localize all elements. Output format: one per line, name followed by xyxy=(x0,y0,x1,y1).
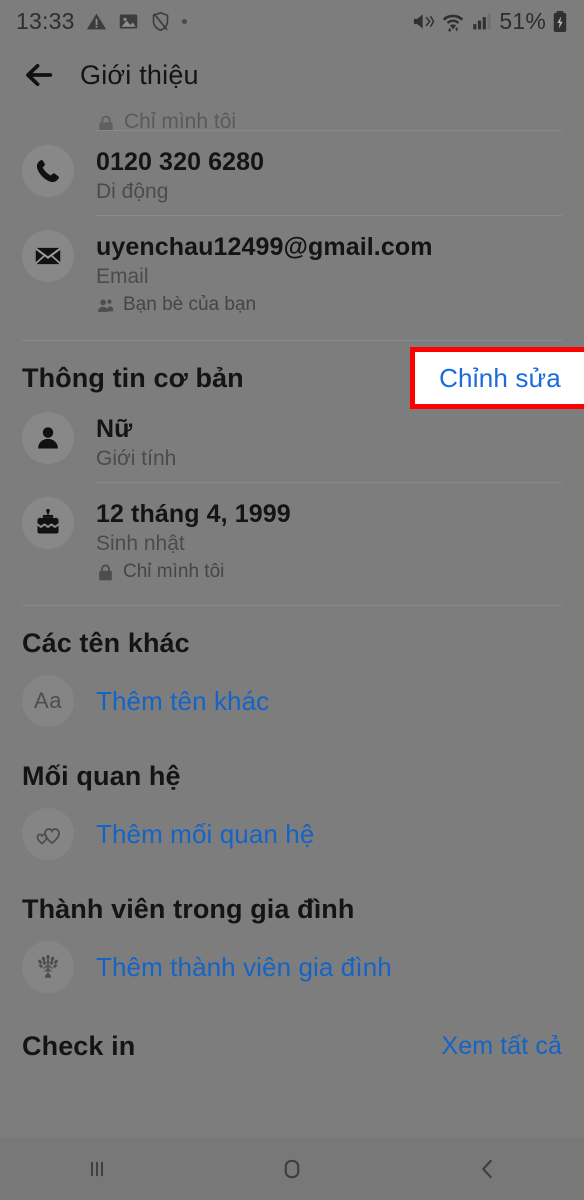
back-icon xyxy=(481,1159,492,1179)
aa-text-icon-circle: Aa xyxy=(22,675,74,727)
phone-screen: 13:33 51% Giới thiệu Chỉ mình tôi 0120 3… xyxy=(0,0,584,1200)
email-privacy: Bạn bè của bạn xyxy=(96,294,562,316)
lock-icon xyxy=(99,563,112,580)
battery-charging-icon xyxy=(553,10,567,32)
add-relationship-label[interactable]: Thêm mối quan hệ xyxy=(96,819,314,850)
person-icon-circle xyxy=(22,412,74,464)
image-icon xyxy=(119,14,137,28)
family-tree-icon xyxy=(38,954,58,978)
family-tree-icon-circle xyxy=(22,941,74,993)
email-address: uyenchau12499@gmail.com xyxy=(96,233,433,261)
add-other-name-label[interactable]: Thêm tên khác xyxy=(96,686,269,717)
contact-row-phone[interactable]: 0120 320 6280 Di động xyxy=(0,131,584,215)
status-bar: 13:33 51% xyxy=(0,0,584,42)
contact-phone-body: 0120 320 6280 Di động xyxy=(96,145,562,205)
edit-basic-info-button[interactable]: Chỉnh sửa xyxy=(410,347,584,409)
home-icon xyxy=(284,1159,300,1179)
status-bar-right: 51% xyxy=(412,8,568,35)
clipped-privacy-row: Chỉ mình tôi xyxy=(0,108,584,130)
basic-info-row-gender[interactable]: Nữ Giới tính xyxy=(0,398,584,482)
back-arrow-icon[interactable] xyxy=(22,58,56,92)
birthday-body: 12 tháng 4, 1999 Sinh nhật Chỉ mình tôi xyxy=(96,497,562,583)
dot-icon xyxy=(181,18,187,24)
hearts-icon xyxy=(36,828,60,845)
system-nav-bar xyxy=(0,1138,584,1200)
lock-icon xyxy=(99,115,113,130)
battery-percent: 51% xyxy=(499,7,546,34)
contact-row-email[interactable]: uyenchau12499@gmail.com Email Bạn bè của… xyxy=(0,216,584,326)
gender-label: Giới tính xyxy=(96,447,177,470)
shield-off-icon xyxy=(152,11,168,31)
hearts-icon-circle xyxy=(22,808,74,860)
add-other-name-row[interactable]: Aa Thêm tên khác xyxy=(0,663,584,739)
birthday-privacy: Chỉ mình tôi xyxy=(96,561,562,583)
section-header-relationship: Mối quan hệ xyxy=(0,739,584,796)
add-relationship-row[interactable]: Thêm mối quan hệ xyxy=(0,796,584,872)
birthday-cake-icon xyxy=(37,509,59,534)
signal-bars-icon xyxy=(473,13,491,29)
edit-basic-info-label: Chỉnh sửa xyxy=(439,362,561,393)
recents-icon xyxy=(91,1161,104,1177)
clipped-privacy-label: Chỉ mình tôi xyxy=(124,110,237,130)
section-title: Mối quan hệ xyxy=(22,761,181,791)
nav-recents-button[interactable] xyxy=(0,1154,195,1184)
gender-body: Nữ Giới tính xyxy=(96,412,562,472)
nav-back-button[interactable] xyxy=(389,1154,584,1184)
basic-info-row-birthday[interactable]: 12 tháng 4, 1999 Sinh nhật Chỉ mình tôi xyxy=(0,483,584,593)
app-bar: Giới thiệu xyxy=(0,42,584,108)
status-bar-left: 13:33 xyxy=(16,8,187,35)
friends-icon xyxy=(97,298,114,312)
section-title: Các tên khác xyxy=(22,628,190,658)
birthday-privacy-label: Chỉ mình tôi xyxy=(123,561,225,582)
phone-icon-circle xyxy=(22,145,74,197)
phone-number: 0120 320 6280 xyxy=(96,148,265,176)
nav-home-button[interactable] xyxy=(195,1154,390,1184)
email-label: Email xyxy=(96,265,149,288)
aa-text-icon: Aa xyxy=(34,688,62,713)
section-title: Thành viên trong gia đình xyxy=(22,894,355,924)
about-content[interactable]: Chỉ mình tôi 0120 320 6280 Di động uyenc… xyxy=(0,108,584,1138)
warning-triangle-icon xyxy=(86,13,106,29)
envelope-icon xyxy=(35,247,61,265)
phone-icon xyxy=(36,160,59,183)
status-clock: 13:33 xyxy=(16,7,75,34)
envelope-icon-circle xyxy=(22,230,74,282)
birthday-cake-icon-circle xyxy=(22,497,74,549)
section-title: Thông tin cơ bản xyxy=(22,363,244,393)
mute-icon xyxy=(414,14,435,28)
checkin-see-all-button[interactable]: Xem tất cả xyxy=(442,1032,563,1061)
phone-label: Di động xyxy=(96,180,169,203)
email-privacy-label: Bạn bè của bạn xyxy=(123,294,257,315)
section-header-family: Thành viên trong gia đình xyxy=(0,872,584,929)
birthday-value: 12 tháng 4, 1999 xyxy=(96,500,291,528)
section-title: Check in xyxy=(22,1031,136,1061)
wifi-icon xyxy=(443,14,464,32)
section-header-checkin: Check in Xem tất cả xyxy=(0,1005,584,1066)
section-header-other-names: Các tên khác xyxy=(0,606,584,663)
gender-value: Nữ xyxy=(96,415,133,443)
birthday-label: Sinh nhật xyxy=(96,532,185,555)
add-family-member-label[interactable]: Thêm thành viên gia đình xyxy=(96,952,392,983)
contact-email-body: uyenchau12499@gmail.com Email Bạn bè của… xyxy=(96,230,562,316)
page-title: Giới thiệu xyxy=(80,59,199,90)
add-family-member-row[interactable]: Thêm thành viên gia đình xyxy=(0,929,584,1005)
person-icon xyxy=(38,427,58,449)
